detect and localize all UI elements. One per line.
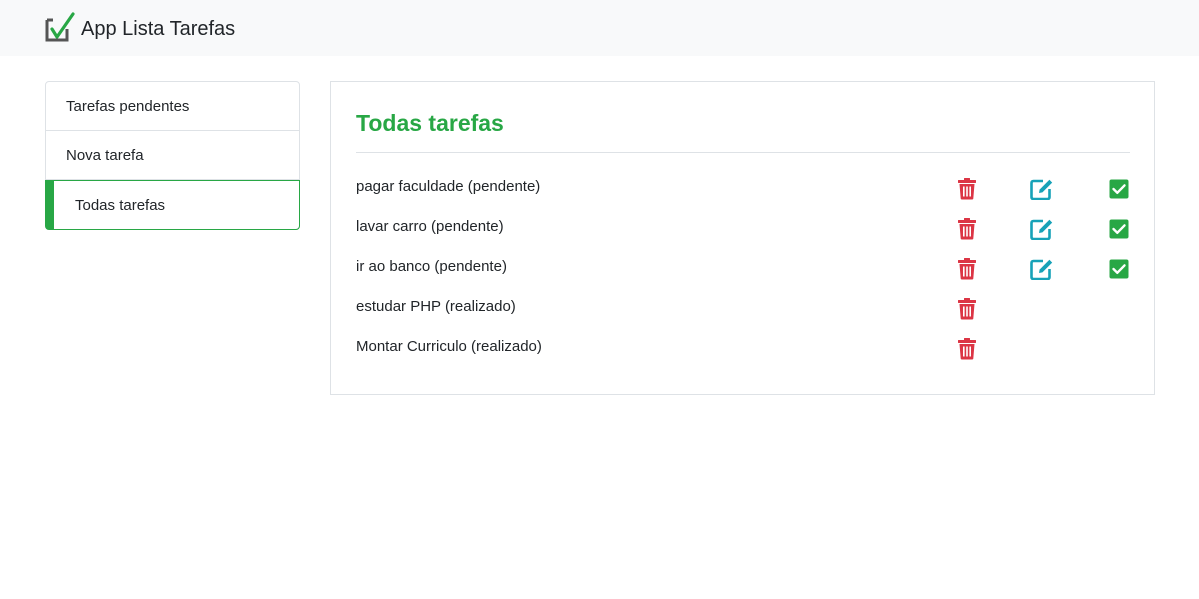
delete-button[interactable] [955,297,979,321]
delete-button[interactable] [955,217,979,241]
task-text: estudar PHP (realizado) [356,298,516,315]
task-text: lavar carro (pendente) [356,218,504,235]
edit-icon [1030,218,1054,240]
sidebar-item-label: Tarefas pendentes [66,97,190,115]
task-text: ir ao banco (pendente) [356,258,507,275]
task-row: estudar PHP (realizado) [356,297,1130,337]
trash-icon [957,338,977,360]
complete-button[interactable] [1107,257,1131,281]
task-text: Montar Curriculo (realizado) [356,338,542,355]
edit-button[interactable] [1030,177,1054,201]
sidebar-item-nova-tarefa[interactable]: Nova tarefa [46,131,299,180]
sidebar-item-label: Todas tarefas [75,196,166,214]
task-row: lavar carro (pendente) [356,217,1130,257]
trash-icon [957,218,977,240]
edit-icon [1030,258,1054,280]
navbar: App Lista Tarefas [0,0,1199,56]
task-row: ir ao banco (pendente) [356,257,1130,297]
edit-button[interactable] [1030,217,1054,241]
checklist-logo-icon [45,12,75,42]
delete-button[interactable] [955,257,979,281]
delete-button[interactable] [955,177,979,201]
trash-icon [957,258,977,280]
check-icon [1109,219,1129,239]
task-row: Montar Curriculo (realizado) [356,337,1130,377]
check-icon [1109,179,1129,199]
delete-button[interactable] [955,337,979,361]
sidebar-menu: Tarefas pendentes Nova tarefa Todas tare… [45,81,300,230]
divider [356,152,1130,153]
tasks-panel: Todas tarefas pagar faculdade (pendente)… [330,81,1155,395]
edit-button[interactable] [1030,257,1054,281]
complete-button[interactable] [1107,217,1131,241]
edit-icon [1030,178,1054,200]
page-title: Todas tarefas [356,110,504,136]
trash-icon [957,298,977,320]
app-title: App Lista Tarefas [81,18,236,40]
task-text: pagar faculdade (pendente) [356,178,541,195]
sidebar-item-todas-tarefas[interactable]: Todas tarefas [45,180,300,230]
complete-button[interactable] [1107,177,1131,201]
sidebar-item-label: Nova tarefa [66,146,144,164]
task-row: pagar faculdade (pendente) [356,177,1130,217]
sidebar-item-tarefas-pendentes[interactable]: Tarefas pendentes [46,82,299,131]
check-icon [1109,259,1129,279]
brand[interactable]: App Lista Tarefas [44,12,235,44]
trash-icon [957,178,977,200]
